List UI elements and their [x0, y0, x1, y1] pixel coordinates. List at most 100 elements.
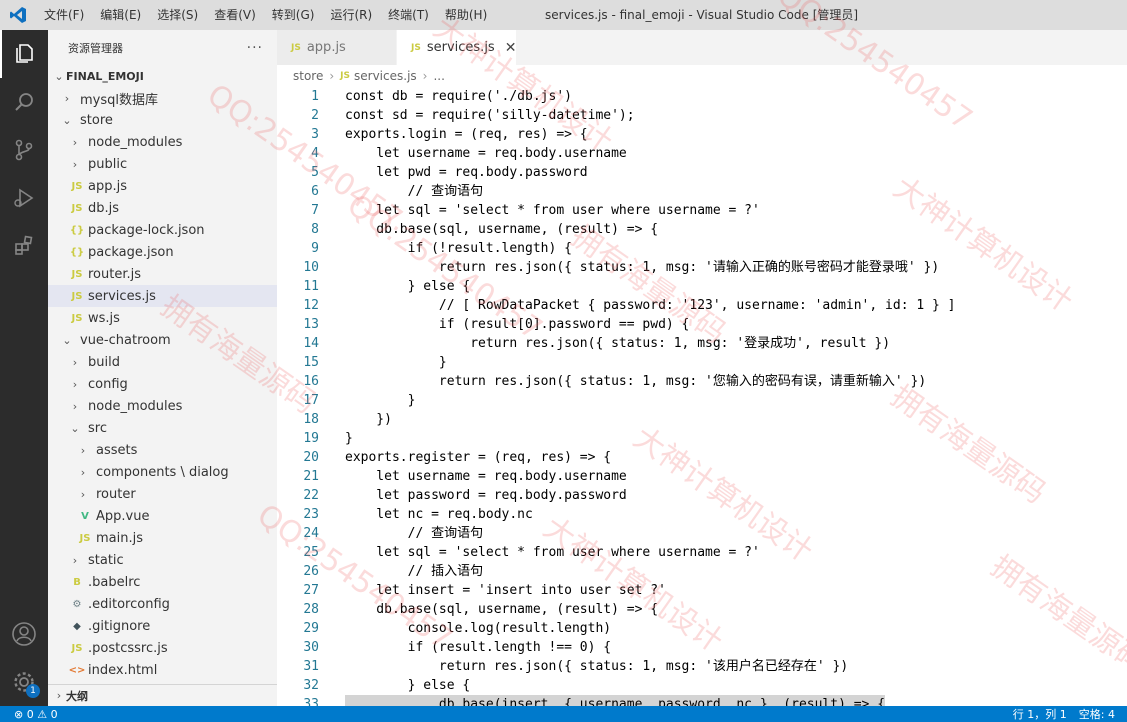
chevron-right-icon: › [64, 91, 70, 105]
code-line[interactable]: 12 // [ RowDataPacket { password: '123',… [277, 296, 1127, 315]
code-line[interactable]: 32 } else { [277, 676, 1127, 695]
tree-file[interactable]: JS ws.js [48, 307, 277, 329]
line-number: 24 [303, 526, 319, 541]
code-line[interactable]: 14 return res.json({ status: 1, msg: '登录… [277, 334, 1127, 353]
menu-item[interactable]: 终端(T) [380, 0, 437, 30]
code-line[interactable]: 25 let sql = 'select * from user where u… [277, 543, 1127, 562]
code-line[interactable]: 31 return res.json({ status: 1, msg: '该用… [277, 657, 1127, 676]
code-line[interactable]: 26 // 插入语句 [277, 562, 1127, 581]
gear-icon[interactable]: 1 [0, 658, 48, 706]
tree-folder[interactable]: › assets [48, 439, 277, 461]
tree-file[interactable]: V App.vue [48, 505, 277, 527]
source-control-icon[interactable] [0, 126, 48, 174]
code-line[interactable]: 20 exports.register = (req, res) => { [277, 448, 1127, 467]
code-line[interactable]: 3 exports.login = (req, res) => { [277, 125, 1127, 144]
code-line[interactable]: 2 const sd = require('silly-datetime'); [277, 106, 1127, 125]
menu-item[interactable]: 帮助(H) [437, 0, 495, 30]
code-line[interactable]: 18 }) [277, 410, 1127, 429]
account-icon[interactable] [0, 610, 48, 658]
editor-tab[interactable]: JS services.js ✕ [397, 30, 517, 65]
code-text: exports.login = (req, res) => { [345, 127, 588, 142]
code-line[interactable]: 29 console.log(result.length) [277, 619, 1127, 638]
code-line[interactable]: 5 let pwd = req.body.password [277, 163, 1127, 182]
tree-file[interactable]: <> index.html [48, 659, 277, 681]
explorer-icon[interactable] [0, 30, 48, 78]
tree-folder[interactable]: › public [48, 153, 277, 175]
code-line[interactable]: 30 if (result.length !== 0) { [277, 638, 1127, 657]
code-line[interactable]: 28 db.base(sql, username, (result) => { [277, 600, 1127, 619]
code-line[interactable]: 6 // 查询语句 [277, 182, 1127, 201]
code-line[interactable]: 16 return res.json({ status: 1, msg: '您输… [277, 372, 1127, 391]
code-line[interactable]: 17 } [277, 391, 1127, 410]
tree-file[interactable]: JS router.js [48, 263, 277, 285]
code-text: } [345, 431, 353, 446]
js-file-icon: JS [71, 202, 83, 214]
code-line[interactable]: 13 if (result[0].password == pwd) { [277, 315, 1127, 334]
code-line[interactable]: 4 let username = req.body.username [277, 144, 1127, 163]
menu-item[interactable]: 转到(G) [264, 0, 323, 30]
breadcrumb-symbol[interactable]: ... [433, 69, 444, 83]
breadcrumb-file[interactable]: services.js [354, 69, 417, 83]
menu-item[interactable]: 运行(R) [322, 0, 380, 30]
tree-item-label: app.js [88, 178, 127, 194]
menu-item[interactable]: 查看(V) [206, 0, 264, 30]
tree-file[interactable]: JS .postcssrc.js [48, 637, 277, 659]
code-line[interactable]: 23 let nc = req.body.nc [277, 505, 1127, 524]
code-line[interactable]: 15 } [277, 353, 1127, 372]
chevron-right-icon: › [72, 377, 78, 391]
js-file-icon: JS [71, 290, 83, 302]
tree-file[interactable]: ⚙ .editorconfig [48, 593, 277, 615]
code-line[interactable]: 11 } else { [277, 277, 1127, 296]
cursor-position[interactable]: 行 1，列 1 [1013, 706, 1067, 722]
code-line[interactable]: 1 const db = require('./db.js') [277, 87, 1127, 106]
tree-folder[interactable]: › components \ dialog [48, 461, 277, 483]
tree-folder[interactable]: › node_modules [48, 131, 277, 153]
code-line[interactable]: 33 db.base(insert, { username, password,… [277, 695, 1127, 706]
tree-file[interactable]: JS db.js [48, 197, 277, 219]
explorer-header: 资源管理器 ··· [48, 30, 277, 65]
close-icon[interactable]: ✕ [505, 40, 517, 56]
code-line[interactable]: 22 let password = req.body.password [277, 486, 1127, 505]
code-line[interactable]: 27 let insert = 'insert into user set ?' [277, 581, 1127, 600]
line-number: 20 [303, 450, 319, 465]
tree-folder[interactable]: › static [48, 549, 277, 571]
tree-folder[interactable]: ⌄ store [48, 109, 277, 131]
run-debug-icon[interactable] [0, 174, 48, 222]
tree-folder[interactable]: › node_modules [48, 395, 277, 417]
tree-file[interactable]: JS app.js [48, 175, 277, 197]
tree-folder[interactable]: ⌄ src [48, 417, 277, 439]
code-line[interactable]: 24 // 查询语句 [277, 524, 1127, 543]
workspace-root[interactable]: ⌄ FINAL_EMOJI [48, 65, 277, 87]
editor-tab[interactable]: JS app.js [277, 30, 397, 65]
tree-folder[interactable]: › router [48, 483, 277, 505]
problems-indicator[interactable]: ⊗ 0 ⚠ 0 [14, 708, 58, 721]
outline-section[interactable]: › 大纲 [48, 684, 277, 706]
code-line[interactable]: 10 return res.json({ status: 1, msg: '请输… [277, 258, 1127, 277]
tree-file[interactable]: JS main.js [48, 527, 277, 549]
code-line[interactable]: 8 db.base(sql, username, (result) => { [277, 220, 1127, 239]
menu-item[interactable]: 文件(F) [36, 0, 92, 30]
tree-file[interactable]: ◆ .gitignore [48, 615, 277, 637]
code-text: exports.register = (req, res) => { [345, 450, 612, 465]
code-editor[interactable]: 1 const db = require('./db.js') 2 const sd … [277, 87, 1127, 706]
code-line[interactable]: 19} [277, 429, 1127, 448]
extensions-icon[interactable] [0, 222, 48, 270]
code-line[interactable]: 7 let sql = 'select * from user where us… [277, 201, 1127, 220]
code-line[interactable]: 21 let username = req.body.username [277, 467, 1127, 486]
tree-file[interactable]: B .babelrc [48, 571, 277, 593]
indentation-setting[interactable]: 空格: 4 [1079, 706, 1115, 722]
tree-folder[interactable]: ⌄ vue-chatroom [48, 329, 277, 351]
tree-folder[interactable]: › config [48, 373, 277, 395]
search-icon[interactable] [0, 78, 48, 126]
tree-file[interactable]: {} package-lock.json [48, 219, 277, 241]
menu-item[interactable]: 选择(S) [149, 0, 206, 30]
code-line[interactable]: 9 if (!result.length) { [277, 239, 1127, 258]
tree-folder[interactable]: › build [48, 351, 277, 373]
tree-folder[interactable]: › mysql数据库 [48, 87, 277, 109]
breadcrumb-folder[interactable]: store [293, 69, 323, 83]
menu-item[interactable]: 编辑(E) [92, 0, 149, 30]
more-actions-icon[interactable]: ··· [247, 40, 263, 56]
tree-file[interactable]: {} package.json [48, 241, 277, 263]
tree-item-label: store [80, 112, 113, 128]
tree-file[interactable]: JS services.js [48, 285, 277, 307]
